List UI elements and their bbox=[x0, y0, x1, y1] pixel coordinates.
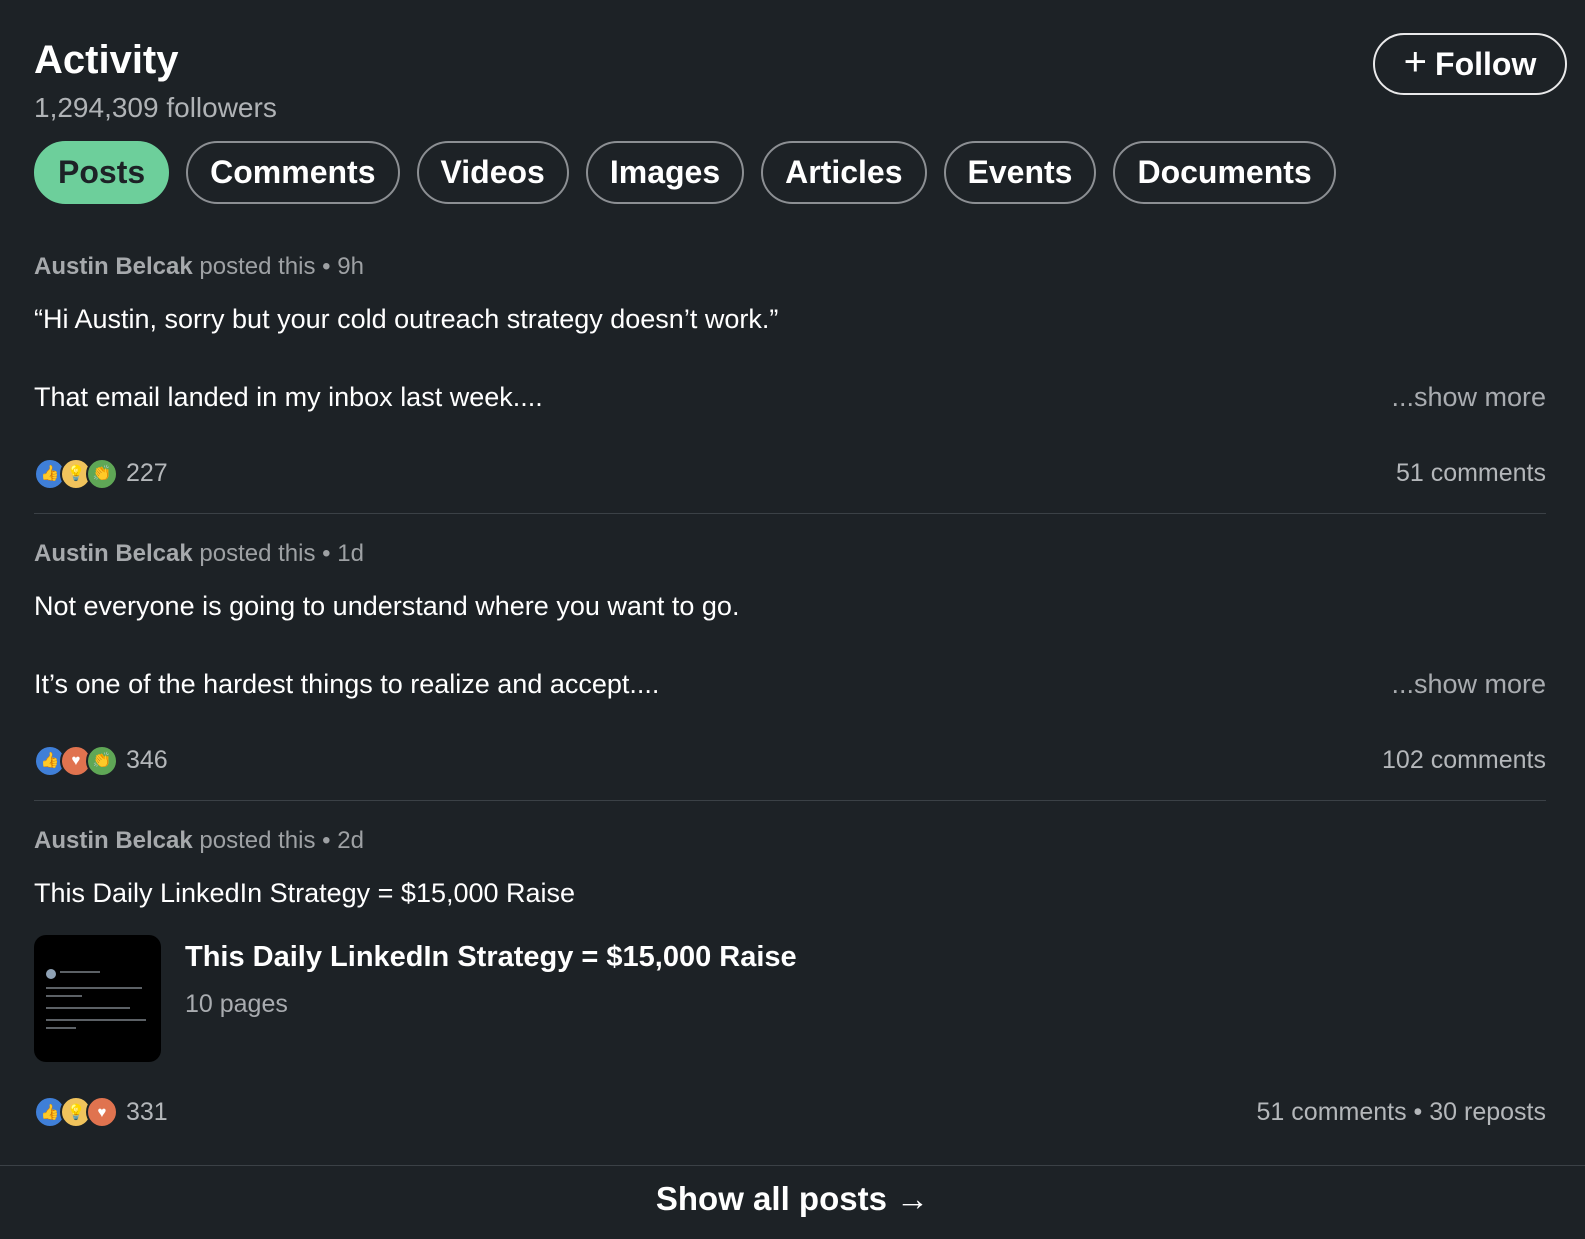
post-meta: Austin Belcak posted this • 2d bbox=[34, 827, 364, 854]
follow-label: Follow bbox=[1435, 45, 1537, 82]
section-title: Activity bbox=[34, 38, 179, 82]
tab-documents[interactable]: Documents bbox=[1113, 141, 1336, 204]
tab-images[interactable]: Images bbox=[585, 141, 745, 204]
post-meta: Austin Belcak posted this • 1d bbox=[34, 540, 364, 567]
avatar-icon bbox=[46, 969, 56, 980]
post-time: 1d bbox=[337, 540, 364, 567]
post-action: posted this bbox=[192, 540, 316, 567]
post-card[interactable]: Austin Belcak posted this • 9h “Hi Austi… bbox=[34, 255, 1546, 490]
document-page-count: 10 pages bbox=[185, 990, 288, 1019]
document-title[interactable]: This Daily LinkedIn Strategy = $15,000 R… bbox=[185, 941, 797, 974]
post-author[interactable]: Austin Belcak bbox=[34, 253, 193, 280]
plus-icon: + bbox=[1403, 40, 1428, 84]
comments-count[interactable]: 51 comments bbox=[1257, 1098, 1407, 1126]
show-more-link[interactable]: ...show more bbox=[1391, 669, 1546, 700]
post-time: 2d bbox=[337, 827, 364, 854]
post-action: posted this bbox=[192, 253, 316, 280]
post-meta: Austin Belcak posted this • 9h bbox=[34, 253, 364, 280]
reaction-count: 227 bbox=[126, 459, 168, 488]
post-time: 9h bbox=[337, 253, 364, 280]
comments-count[interactable]: 102 comments bbox=[1382, 746, 1546, 775]
comments-count[interactable]: 51 comments bbox=[1396, 459, 1546, 488]
tab-posts[interactable]: Posts bbox=[34, 141, 170, 204]
post-card[interactable]: Austin Belcak posted this • 1d Not every… bbox=[34, 542, 1546, 777]
activity-header: Activity 1,294,309 followers bbox=[34, 40, 277, 124]
activity-tabs: Posts Comments Videos Images Articles Ev… bbox=[34, 141, 1336, 204]
post-action: posted this bbox=[192, 827, 316, 854]
tab-articles[interactable]: Articles bbox=[761, 141, 927, 204]
show-all-posts-button[interactable]: Show all posts → bbox=[0, 1180, 1585, 1218]
follower-count: 1,294,309 followers bbox=[34, 92, 277, 123]
post-divider bbox=[34, 800, 1546, 801]
activity-section: Activity 1,294,309 followers + Follow Po… bbox=[0, 0, 1585, 1239]
celebrate-reaction-icon: 👏 bbox=[86, 457, 118, 490]
post-text-line: It’s one of the hardest things to realiz… bbox=[34, 669, 660, 700]
reactions-summary[interactable]: 👍 💡 ♥ 331 bbox=[34, 1096, 168, 1129]
show-more-link[interactable]: ...show more bbox=[1391, 382, 1546, 413]
love-reaction-icon: ♥ bbox=[86, 1096, 118, 1129]
post-divider bbox=[34, 513, 1546, 514]
post-author[interactable]: Austin Belcak bbox=[34, 827, 193, 854]
document-attachment[interactable]: This Daily LinkedIn Strategy = $15,000 R… bbox=[34, 935, 1546, 1063]
follow-button[interactable]: + Follow bbox=[1373, 33, 1567, 95]
post-author[interactable]: Austin Belcak bbox=[34, 540, 193, 567]
tab-videos[interactable]: Videos bbox=[416, 141, 569, 204]
document-thumbnail bbox=[34, 935, 161, 1063]
post-text-line: That email landed in my inbox last week.… bbox=[34, 382, 543, 413]
post-text-line: “Hi Austin, sorry but your cold outreach… bbox=[34, 304, 779, 334]
reactions-summary[interactable]: 👍 💡 👏 227 bbox=[34, 457, 168, 490]
post-text-line: This Daily LinkedIn Strategy = $15,000 R… bbox=[34, 878, 576, 908]
reposts-count[interactable]: 30 reposts bbox=[1429, 1098, 1546, 1126]
reaction-count: 331 bbox=[126, 1097, 168, 1126]
tab-comments[interactable]: Comments bbox=[186, 141, 400, 204]
post-card[interactable]: Austin Belcak posted this • 2d This Dail… bbox=[34, 827, 1546, 1129]
footer-divider bbox=[0, 1165, 1585, 1166]
post-stats: 51 comments • 30 reposts bbox=[1256, 1097, 1546, 1126]
tab-events[interactable]: Events bbox=[943, 141, 1097, 204]
post-text-line: Not everyone is going to understand wher… bbox=[34, 591, 740, 621]
reaction-count: 346 bbox=[126, 746, 168, 775]
reactions-summary[interactable]: 👍 ♥ 👏 346 bbox=[34, 744, 168, 777]
celebrate-reaction-icon: 👏 bbox=[86, 744, 118, 777]
